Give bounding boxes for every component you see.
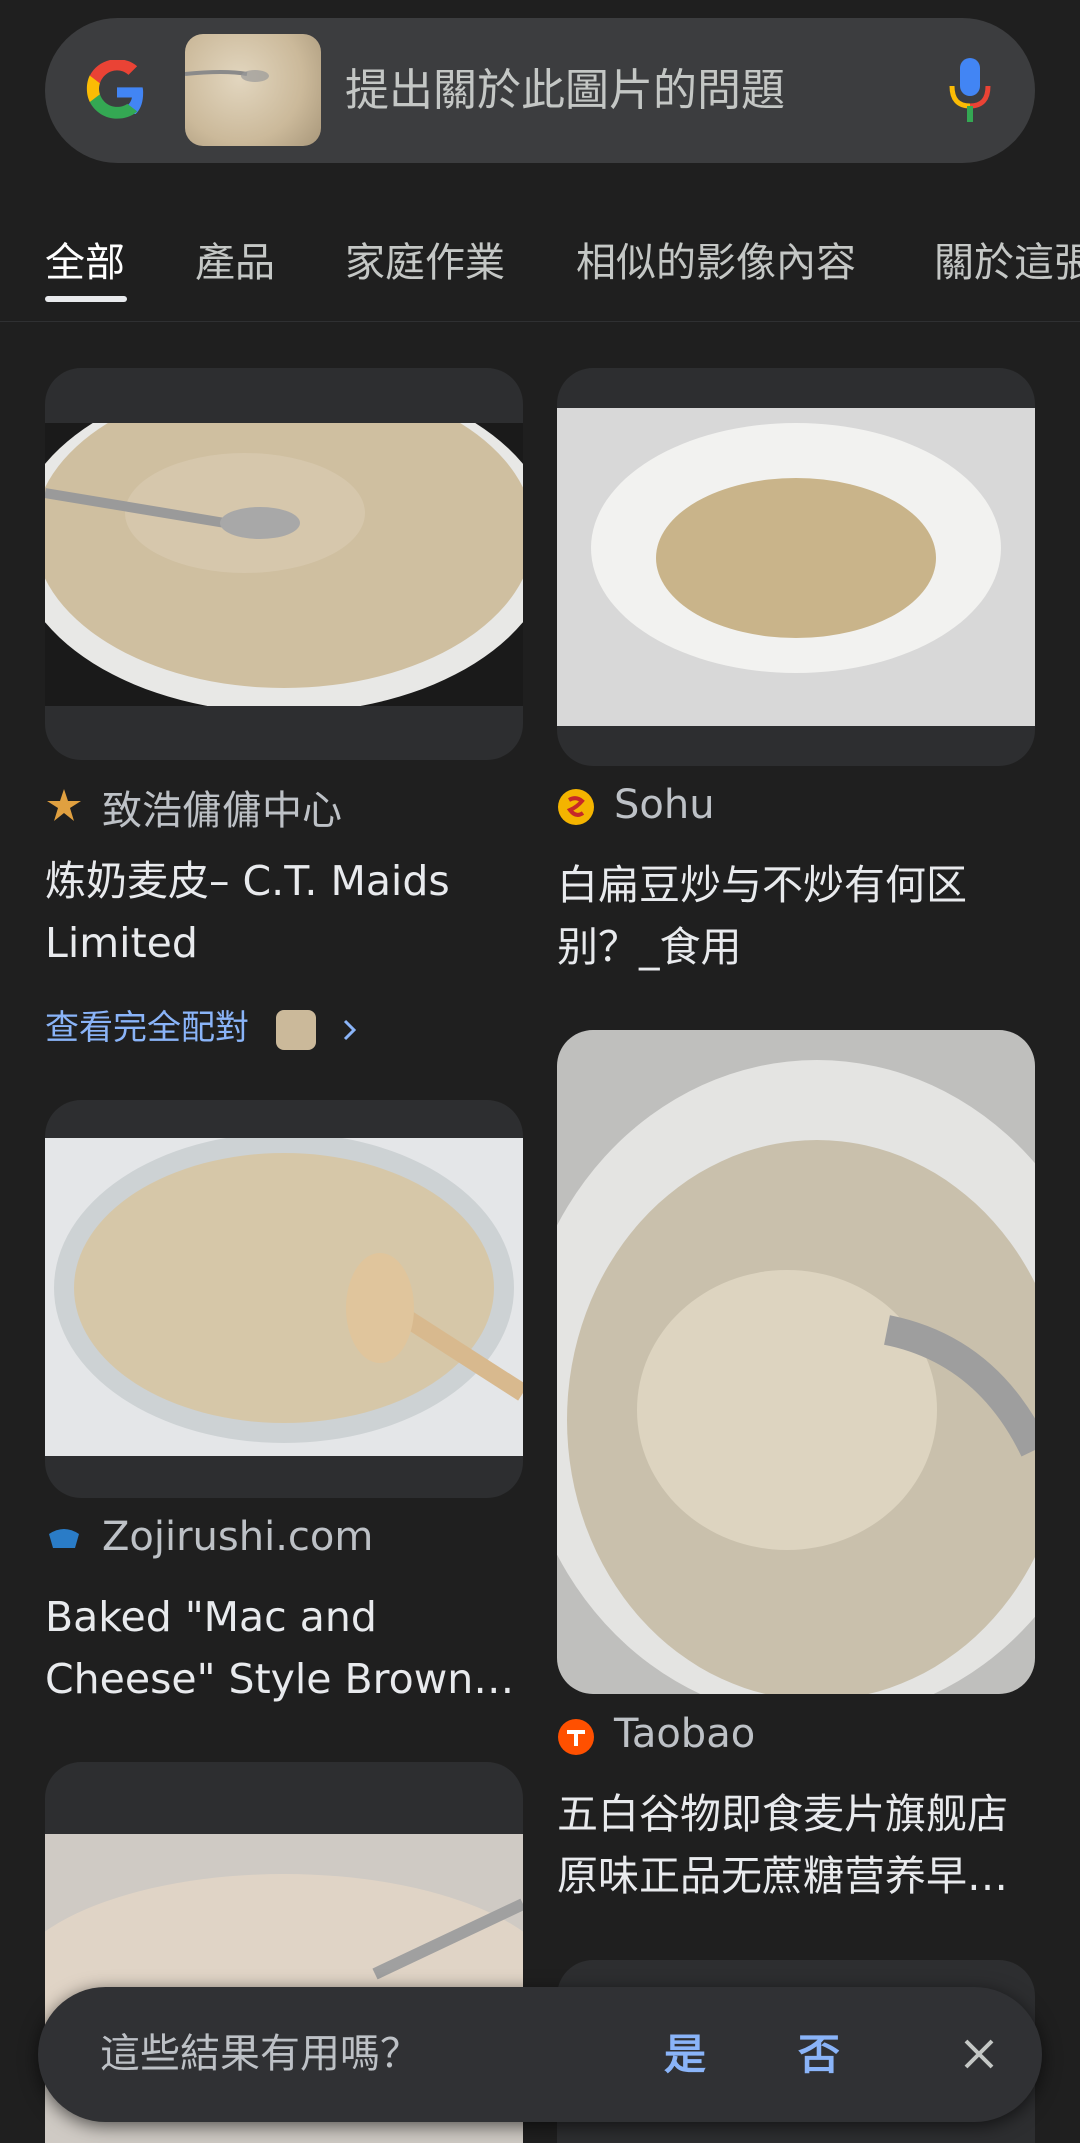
result-source[interactable]: Sohu <box>614 782 715 828</box>
tab-bar: 全部 產品 家庭作業 相似的影像內容 關於這張 <box>0 210 1080 322</box>
close-icon[interactable] <box>958 2033 1000 2075</box>
sohu-favicon-icon <box>558 789 594 825</box>
result-image[interactable] <box>45 368 523 760</box>
tab-about-this-image[interactable]: 關於這張 <box>934 230 1080 288</box>
result-source[interactable]: Zojirushi.com <box>102 1514 373 1560</box>
query-image-thumbnail[interactable] <box>185 34 321 146</box>
site-favicon-icon <box>47 789 81 821</box>
result-image[interactable] <box>45 1100 523 1498</box>
result-image[interactable] <box>557 1030 1035 1694</box>
active-tab-indicator <box>45 296 127 302</box>
result-title[interactable]: 炼奶麦皮– C.T. Maids Limited <box>45 850 523 974</box>
google-logo-icon <box>86 60 144 119</box>
thumbnail-spoon-icon <box>185 70 269 82</box>
result-source[interactable]: Taobao <box>614 1711 755 1757</box>
chevron-right-icon <box>343 1019 356 1040</box>
feedback-yes-button[interactable]: 是 <box>664 1987 706 2122</box>
result-title[interactable]: 白扁豆炒与不炒有何区别？_食用 <box>557 854 1035 978</box>
tab-all[interactable]: 全部 <box>45 230 125 288</box>
tab-homework[interactable]: 家庭作業 <box>345 230 505 288</box>
zojirushi-favicon-icon <box>49 1529 79 1548</box>
tab-visual-matches[interactable]: 相似的影像內容 <box>576 230 856 288</box>
mic-icon[interactable] <box>947 56 993 124</box>
feedback-bar: 這些結果有用嗎？ 是 否 <box>38 1987 1042 2122</box>
exact-match-label: 查看完全配對 <box>45 1008 249 1048</box>
match-thumbnail <box>275 1009 316 1050</box>
result-title[interactable]: 五白谷物即食麦片旗舰店原味正品无蔗糖营养早… <box>557 1783 1035 1907</box>
search-input[interactable]: 提出關於此圖片的問題 <box>345 18 785 163</box>
result-image[interactable] <box>557 368 1035 766</box>
result-source[interactable]: 致浩傭傭中心 <box>102 778 342 836</box>
taobao-favicon-icon <box>558 1719 594 1755</box>
tab-products[interactable]: 產品 <box>195 230 275 288</box>
result-title[interactable]: Baked "Mac and Cheese" Style Brown… <box>45 1586 523 1710</box>
search-bar[interactable]: 提出關於此圖片的問題 <box>45 18 1035 163</box>
exact-match-link[interactable]: 查看完全配對 <box>45 1000 361 1050</box>
feedback-no-button[interactable]: 否 <box>798 1987 840 2122</box>
app-root: 提出關於此圖片的問題 全部 產品 家庭作業 相似的影像內容 關於這張 致浩傭傭中… <box>0 0 1080 2143</box>
feedback-question: 這些結果有用嗎？ <box>100 2031 420 2077</box>
